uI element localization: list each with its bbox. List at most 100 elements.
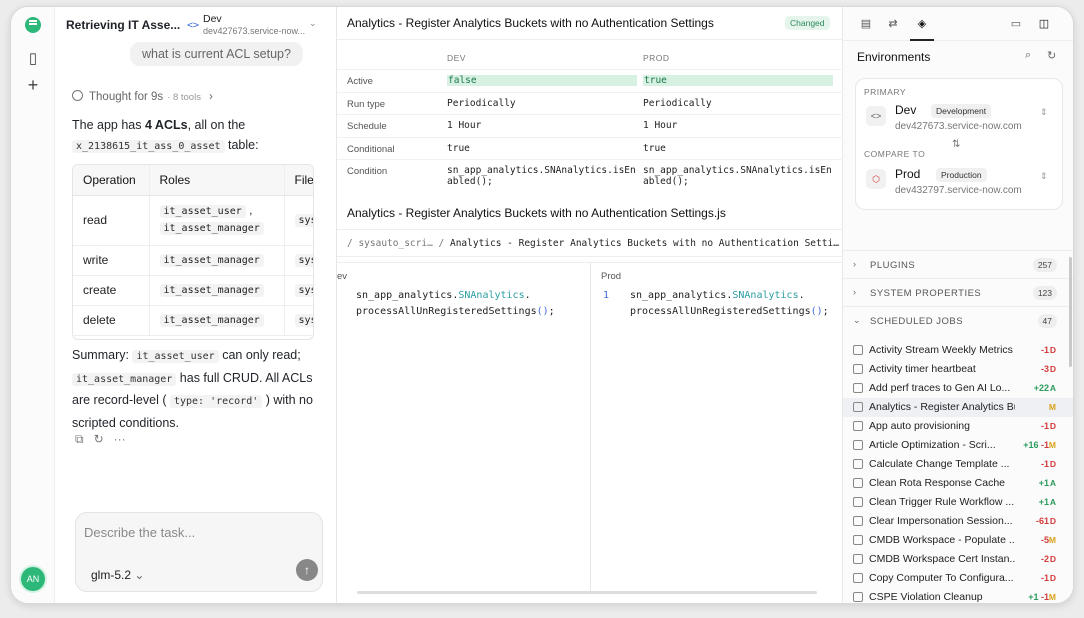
scheduled-job-icon [853,383,863,393]
group-count: 47 [1037,314,1057,328]
app-logo-icon[interactable] [25,17,41,33]
compare-env-badge: Production [936,168,987,182]
job-delta: +1 [1038,478,1049,488]
new-chat-plus-icon[interactable]: + [25,76,41,94]
list-item[interactable]: Calculate Change Template ... -1 D [843,455,1073,474]
code-token: sn_app_analytics. [356,290,459,301]
group-label: SCHEDULED JOBS [870,316,964,327]
list-item[interactable]: CMDB Workspace - Populate ... -5 M [843,531,1073,550]
job-name: Calculate Change Template ... [869,458,1010,470]
search-icon[interactable]: ⌕ [1025,49,1031,62]
acl-roles: it_asset_user , it_asset_manager [149,195,285,246]
list-item[interactable]: CSPE Violation Cleanup +1 -1 M [843,588,1073,603]
list-item[interactable]: Analytics - Register Analytics Bu... M [843,398,1073,417]
table-row: delete it_asset_manager sys [73,305,313,336]
code-token: sn_app_analytics. [630,290,733,301]
group-plugins[interactable]: › PLUGINS 257 [843,250,1073,278]
sidebar-scrollbar[interactable] [1069,257,1072,367]
job-name: CMDB Workspace - Populate ... [869,534,1015,546]
group-system-properties[interactable]: › SYSTEM PROPERTIES 123 [843,278,1073,306]
acl-file: sys [284,275,313,306]
scheduled-job-icon [853,535,863,545]
file-icon[interactable]: ▤ [859,17,873,31]
job-change-kind: M [1048,592,1056,602]
scheduled-job-icon [853,573,863,583]
list-item[interactable]: Clean Trigger Rule Workflow ... +1 A [843,493,1073,512]
chevron-down-icon: ⌄ [134,568,145,582]
breadcrumb-folder[interactable]: sysauto_scri… [358,238,432,249]
retry-icon[interactable]: ↻ [94,432,104,446]
scheduled-job-icon [853,478,863,488]
scheduled-job-icon [853,497,863,507]
list-item[interactable]: Add perf traces to Gen AI Lo... +22 A [843,379,1073,398]
job-name: Article Optimization - Scri... [869,439,996,451]
panel-bottom-icon[interactable]: ▭ [1009,17,1023,31]
layers-icon[interactable]: ◈ [915,17,929,31]
dev-value: Periodically [447,97,516,109]
primary-env-name[interactable]: Dev [895,103,916,117]
job-name: CSPE Violation Cleanup [869,591,983,603]
sort-icon[interactable]: ⇕ [1040,107,1048,118]
summary-text: can only read; [218,348,301,362]
model-selector[interactable]: glm-5.2 ⌄ [91,568,144,582]
role-tag: it_asset_manager [159,313,264,327]
environment-card: PRIMARY <> Dev Development dev427673.ser… [855,78,1063,210]
code-token: . [798,290,805,301]
list-item[interactable]: Clean Rota Response Cache +1 A [843,474,1073,493]
table-row: write it_asset_manager sys [73,245,313,276]
chevron-right-icon: › [208,91,213,103]
compare-env-name[interactable]: Prod [895,167,920,181]
thought-summary[interactable]: Thought for 9s · 8 tools › [72,90,213,103]
list-item[interactable]: Copy Computer To Configura... -1 D [843,569,1073,588]
sort-icon[interactable]: ⇕ [1040,171,1048,182]
app-window: ▯ + AN Retrieving IT Asse... <> Dev dev4… [10,6,1074,604]
list-item[interactable]: Article Optimization - Scri... +16 -1 M [843,436,1073,455]
table-row: create it_asset_manager sys [73,275,313,306]
prod-value: Periodically [643,97,712,109]
summary-code: it_asset_user [132,350,219,363]
send-button[interactable]: ↑ [296,559,318,581]
refresh-icon[interactable]: ↻ [1047,49,1056,62]
task-input[interactable]: Describe the task... [84,525,195,540]
horizontal-scrollbar[interactable] [357,591,817,594]
primary-env-badge: Development [931,104,992,118]
assistant-intro: The app has 4 ACLs, all on the [72,115,245,135]
list-item[interactable]: Activity Stream Weekly Metrics -1 D [843,341,1073,360]
group-label: PLUGINS [870,260,916,271]
more-icon[interactable]: ··· [114,432,126,446]
compare-icon[interactable]: ⇄ [886,17,900,31]
list-item[interactable]: CMDB Workspace Cert Instan... -2 D [843,550,1073,569]
code-icon: <> [866,106,886,126]
script-file-title: Analytics - Register Analytics Buckets w… [347,206,726,220]
acl-header-file: File [284,165,313,196]
list-item[interactable]: App auto provisioning -1 D [843,417,1073,436]
job-change-kind: D [1049,459,1056,469]
comparison-row: Condition sn_app_analytics.SNAnalytics.i… [337,160,843,192]
job-delta: -1 [1040,573,1049,583]
chat-panel: Retrieving IT Asse... <> Dev dev427673.s… [55,7,345,603]
list-item[interactable]: Activity timer heartbeat -3 D [843,360,1073,379]
scheduled-job-icon [853,364,863,374]
code-token: ; [822,305,829,317]
job-change-kind: M [1048,402,1056,412]
scheduled-job-icon [853,459,863,469]
code-token: processAllUnRegisteredSettings [630,305,811,317]
environments-title: Environments [857,50,931,64]
group-scheduled-jobs[interactable]: ⌄ SCHEDULED JOBS 47 [843,306,1073,334]
field-comparison: DEV PROD Active false true Run type Peri… [337,39,843,192]
role-tag: it_asset_user [159,205,246,218]
copy-icon[interactable]: ⧉ [75,432,84,446]
panel-right-icon[interactable]: ◫ [1037,17,1051,31]
job-change-kind: A [1049,383,1056,393]
primary-env-host: dev427673.service-now.com [895,121,1022,132]
prod-value: 1 Hour [643,120,678,131]
col-dev: DEV [447,53,466,63]
book-icon[interactable]: ▯ [25,51,41,67]
code-token: () [810,305,823,317]
swap-icon[interactable]: ⇅ [952,139,960,150]
user-message-bubble: what is current ACL setup? [130,42,303,66]
role-tag: it_asset_manager [159,283,264,297]
list-item[interactable]: Clear Impersonation Session... -61 D [843,512,1073,531]
dev-pane-label: ev [337,271,348,282]
user-avatar[interactable]: AN [21,567,45,591]
